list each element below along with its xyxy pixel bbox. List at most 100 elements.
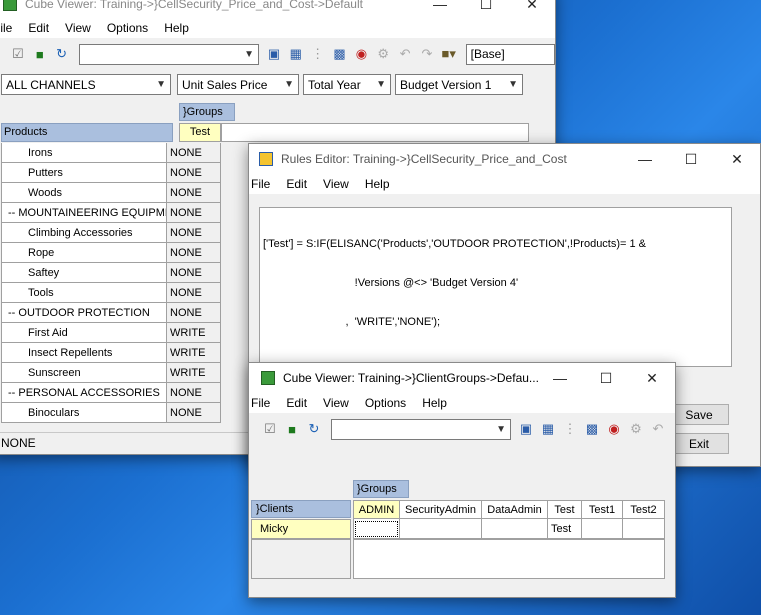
column-header[interactable]: DataAdmin xyxy=(482,500,548,519)
view-selector-combo[interactable]: ▼ xyxy=(331,418,511,440)
cell-value[interactable]: NONE xyxy=(167,383,221,403)
cell-value[interactable]: NONE xyxy=(167,243,221,263)
cell-value[interactable]: NONE xyxy=(167,223,221,243)
column-header-test[interactable]: Test xyxy=(179,123,221,142)
recalculate-icon[interactable]: ↻ xyxy=(305,420,323,438)
cell-value[interactable]: NONE xyxy=(167,163,221,183)
row-header[interactable]: Climbing Accessories xyxy=(1,223,167,243)
sandbox-icon[interactable]: ⚙ xyxy=(374,45,392,63)
menu-edit[interactable]: Edit xyxy=(28,21,49,35)
spreadsheet-icon[interactable]: ▩ xyxy=(583,420,601,438)
stop-icon[interactable]: ◉ xyxy=(352,45,370,63)
checkbox-icon[interactable]: ☑ xyxy=(261,420,279,438)
menu-help[interactable]: Help xyxy=(164,21,189,35)
title-bar[interactable]: Rules Editor: Training->}CellSecurity_Pr… xyxy=(249,144,760,174)
cell-value[interactable]: NONE xyxy=(167,403,221,423)
row-header[interactable]: First Aid xyxy=(1,323,167,343)
title-channel-combo[interactable]: ALL CHANNELS ▼ xyxy=(1,74,171,95)
menu-help[interactable]: Help xyxy=(365,177,390,191)
view-selector-combo[interactable]: ▼ xyxy=(78,43,260,65)
close-button[interactable]: ✕ xyxy=(629,363,675,393)
rule-text-editor[interactable]: ['Test'] = S:IF(ELISANC('Products','OUTD… xyxy=(259,207,732,367)
row-header[interactable]: Insect Repellents xyxy=(1,343,167,363)
exit-button[interactable]: Exit xyxy=(669,433,729,454)
cell-value[interactable]: NONE xyxy=(167,203,221,223)
menu-help[interactable]: Help xyxy=(422,396,447,410)
column-header[interactable]: SecurityAdmin xyxy=(400,500,482,519)
save-icon[interactable]: ■ xyxy=(31,45,49,63)
save-icon[interactable]: ■ xyxy=(283,420,301,438)
menu-options[interactable]: Options xyxy=(107,21,148,35)
title-time-combo[interactable]: Total Year ▼ xyxy=(303,74,391,95)
row-dimension-header[interactable]: }Clients xyxy=(251,500,351,518)
undo-icon[interactable]: ↶ xyxy=(649,420,667,438)
cell-value[interactable] xyxy=(353,519,400,539)
browse-icon[interactable]: ▣ xyxy=(265,45,283,63)
cell-value[interactable]: NONE xyxy=(167,263,221,283)
minimize-button[interactable]: — xyxy=(417,0,463,19)
column-header[interactable]: Test1 xyxy=(582,500,623,519)
browse-icon[interactable]: ▣ xyxy=(517,420,535,438)
menu-file[interactable]: File xyxy=(0,21,12,35)
column-dimension-header[interactable]: }Groups xyxy=(353,480,409,498)
row-header[interactable]: -- PERSONAL ACCESSORIES xyxy=(1,383,167,403)
row-header[interactable]: Tools xyxy=(1,283,167,303)
row-header-micky[interactable]: Micky xyxy=(251,519,351,539)
menu-edit[interactable]: Edit xyxy=(286,177,307,191)
menu-edit[interactable]: Edit xyxy=(286,396,307,410)
row-header[interactable]: Rope xyxy=(1,243,167,263)
sandbox-combo[interactable]: [Base] xyxy=(465,43,555,65)
stop-icon[interactable]: ◉ xyxy=(605,420,623,438)
row-header[interactable]: Sunscreen xyxy=(1,363,167,383)
cell-value[interactable]: WRITE xyxy=(167,323,221,343)
cell-value[interactable]: NONE xyxy=(167,283,221,303)
save-button[interactable]: Save xyxy=(669,404,729,425)
column-header[interactable]: Test xyxy=(548,500,582,519)
cell-value[interactable]: Test xyxy=(548,519,582,539)
menu-file[interactable]: File xyxy=(251,177,270,191)
spreadsheet-icon[interactable]: ▩ xyxy=(331,45,349,63)
minimize-button[interactable]: — xyxy=(537,363,583,393)
title-version-combo[interactable]: Budget Version 1 ▼ xyxy=(395,74,523,95)
cell-value[interactable] xyxy=(482,519,548,539)
cell-value[interactable]: WRITE xyxy=(167,363,221,383)
column-header[interactable]: Test2 xyxy=(623,500,665,519)
row-header[interactable]: Woods xyxy=(1,183,167,203)
sandbox-select-icon[interactable]: ■▾ xyxy=(440,45,458,63)
menu-view[interactable]: View xyxy=(65,21,91,35)
row-header[interactable]: -- OUTDOOR PROTECTION xyxy=(1,303,167,323)
menu-options[interactable]: Options xyxy=(365,396,406,410)
cell-value[interactable]: NONE xyxy=(167,303,221,323)
cell-value[interactable] xyxy=(400,519,482,539)
maximize-button[interactable]: ☐ xyxy=(583,363,629,393)
export-icon[interactable]: ▦ xyxy=(287,45,305,63)
menu-file[interactable]: File xyxy=(251,396,270,410)
checkbox-icon[interactable]: ☑ xyxy=(9,45,27,63)
menu-view[interactable]: View xyxy=(323,396,349,410)
undo-icon[interactable]: ↶ xyxy=(396,45,414,63)
row-header[interactable]: Putters xyxy=(1,163,167,183)
maximize-button[interactable]: ☐ xyxy=(463,0,509,19)
title-measure-combo[interactable]: Unit Sales Price ▼ xyxy=(177,74,299,95)
sandbox-icon[interactable]: ⚙ xyxy=(627,420,645,438)
cell-value[interactable] xyxy=(582,519,623,539)
row-header[interactable]: Saftey xyxy=(1,263,167,283)
recalculate-icon[interactable]: ↻ xyxy=(53,45,71,63)
row-header[interactable]: Irons xyxy=(1,143,167,163)
export-icon[interactable]: ▦ xyxy=(539,420,557,438)
menu-view[interactable]: View xyxy=(323,177,349,191)
minimize-button[interactable]: — xyxy=(622,144,668,174)
row-header[interactable]: -- MOUNTAINEERING EQUIPMENT xyxy=(1,203,167,223)
title-bar[interactable]: Cube Viewer: Training->}ClientGroups->De… xyxy=(249,363,675,393)
row-header[interactable]: Binoculars xyxy=(1,403,167,423)
row-dimension-header[interactable]: Products xyxy=(1,123,173,142)
close-button[interactable]: ✕ xyxy=(509,0,555,19)
title-bar[interactable]: Cube Viewer: Training->}CellSecurity_Pri… xyxy=(0,0,555,19)
close-button[interactable]: ✕ xyxy=(714,144,760,174)
cell-value[interactable]: NONE xyxy=(167,183,221,203)
cell-value[interactable]: WRITE xyxy=(167,343,221,363)
cell-value[interactable]: NONE xyxy=(167,143,221,163)
redo-icon[interactable]: ↷ xyxy=(418,45,436,63)
cell-value[interactable] xyxy=(623,519,665,539)
maximize-button[interactable]: ☐ xyxy=(668,144,714,174)
